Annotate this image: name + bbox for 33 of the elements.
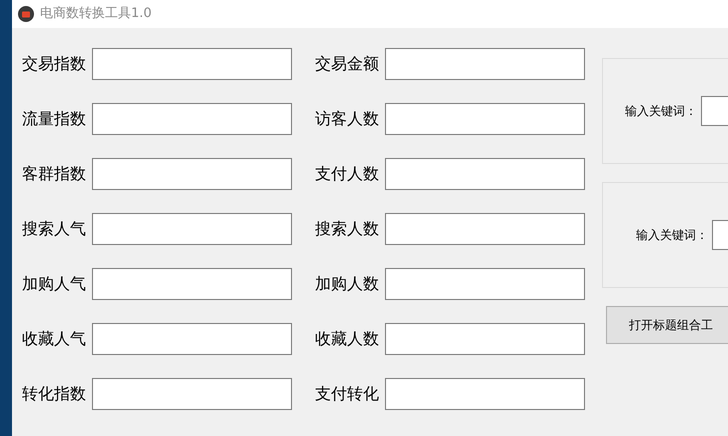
input-field[interactable] — [92, 48, 292, 80]
field-label: 交易金额 — [314, 53, 379, 75]
field-label: 转化指数 — [21, 383, 86, 405]
input-field[interactable] — [385, 48, 585, 80]
input-field[interactable] — [92, 103, 292, 135]
input-field[interactable] — [385, 268, 585, 300]
field-label: 搜索人数 — [314, 218, 379, 240]
input-field[interactable] — [92, 378, 292, 410]
input-field[interactable] — [385, 213, 585, 245]
input-field[interactable] — [385, 323, 585, 355]
input-field[interactable] — [385, 158, 585, 190]
input-field[interactable] — [385, 103, 585, 135]
field-label: 搜索人气 — [21, 218, 86, 240]
field-label: 收藏人数 — [314, 328, 379, 350]
field-label: 客群指数 — [21, 163, 86, 185]
field-label: 流量指数 — [21, 108, 86, 130]
input-field[interactable] — [92, 213, 292, 245]
keyword-label: 输入关键词： — [625, 103, 697, 120]
input-field[interactable] — [92, 268, 292, 300]
input-field[interactable] — [92, 323, 292, 355]
field-label: 收藏人气 — [21, 328, 86, 350]
field-label: 交易指数 — [21, 53, 86, 75]
field-label: 访客人数 — [314, 108, 379, 130]
field-label: 支付转化 — [314, 383, 379, 405]
toolbox-icon — [18, 6, 34, 22]
window-title: 电商数转换工具1.0 — [40, 5, 152, 24]
field-label: 加购人数 — [314, 273, 379, 295]
field-label: 加购人气 — [21, 273, 86, 295]
input-field[interactable] — [92, 158, 292, 190]
keyword-label: 输入关键词： — [636, 227, 708, 244]
field-label: 支付人数 — [314, 163, 379, 185]
input-field[interactable] — [385, 378, 585, 410]
open-title-tool-button[interactable]: 打开标题组合工 — [606, 306, 728, 344]
